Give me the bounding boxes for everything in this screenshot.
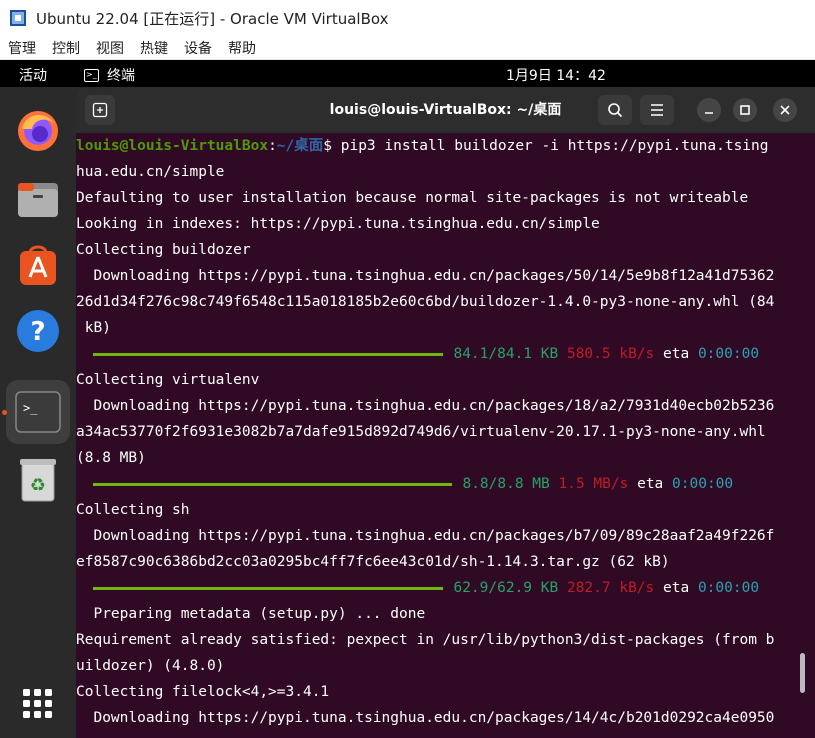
command-text: pip3 install buildozer -i https://pypi.t… [340, 138, 769, 154]
close-button[interactable] [773, 98, 797, 122]
menu-devices[interactable]: 设备 [184, 38, 212, 58]
output-line: Collecting filelock<4,>=3.4.1 [76, 684, 330, 700]
files-icon[interactable] [6, 167, 70, 231]
search-icon [608, 103, 623, 118]
output-line: Defaulting to user installation because … [76, 190, 749, 206]
vbox-titlebar: Ubuntu 22.04 [正在运行] - Oracle VM VirtualB… [0, 0, 815, 36]
hamburger-icon [651, 104, 663, 116]
menu-button[interactable] [640, 95, 674, 125]
window-title: Ubuntu 22.04 [正在运行] - Oracle VM VirtualB… [36, 9, 389, 28]
output-line: Preparing metadata (setup.py) ... done [76, 606, 426, 622]
progress-size: 84.1/84.1 KB [453, 346, 559, 362]
new-tab-icon [92, 102, 108, 118]
progress-rate: 580.5 kB/s [566, 346, 655, 362]
output-line: kB) [76, 320, 111, 336]
search-button[interactable] [598, 95, 632, 125]
progress-eta: 0:00:00 [672, 476, 734, 492]
output-line: a34ac53770f2f6931e3082b7a7dafe915d892d74… [76, 424, 766, 440]
prompt-user: louis@louis-VirtualBox [76, 138, 269, 154]
progress-size: 62.9/62.9 KB [453, 580, 559, 596]
progress-bar [93, 352, 444, 356]
terminal-app-icon: >_ [84, 68, 99, 82]
trash-icon[interactable]: ♻ [6, 447, 70, 511]
output-line: uildozer) (4.8.0) [76, 658, 225, 674]
new-tab-button[interactable] [85, 95, 115, 125]
output-line: Collecting buildozer [76, 242, 251, 258]
prompt-separator: : [268, 138, 277, 154]
activities-button[interactable]: 活动 [19, 65, 47, 85]
terminal-output[interactable]: louis@louis-VirtualBox:~/桌面$ pip3 instal… [76, 133, 801, 738]
app-center-icon[interactable] [6, 233, 70, 297]
progress-size: 8.8/8.8 MB [462, 476, 550, 492]
progress-eta: 0:00:00 [697, 346, 760, 362]
output-line: Downloading https://pypi.tuna.tsinghua.e… [76, 268, 775, 284]
output-line: hua.edu.cn/simple [76, 164, 225, 180]
firefox-icon[interactable] [6, 99, 70, 163]
progress-eta-label: eta [637, 476, 664, 492]
progress-rate: 282.7 kB/s [566, 580, 655, 596]
progress-line: 62.9/62.9 KB 282.7 kB/s eta 0:00:00 [76, 575, 801, 601]
progress-eta-label: eta [663, 346, 690, 362]
menu-help[interactable]: 帮助 [228, 38, 256, 58]
progress-eta: 0:00:00 [697, 580, 760, 596]
menu-manage[interactable]: 管理 [8, 38, 36, 58]
menu-hotkeys[interactable]: 热键 [140, 38, 168, 58]
gnome-topbar: 活动 >_ 终端 1月9日 14：42 [0, 60, 815, 87]
prompt-symbol: $ [323, 138, 341, 154]
minimize-icon [705, 112, 713, 114]
maximize-button[interactable] [733, 98, 757, 122]
clock[interactable]: 1月9日 14：42 [506, 65, 606, 85]
svg-text:♻: ♻ [30, 475, 46, 496]
progress-bar [93, 586, 444, 590]
output-line: Requirement already satisfied: pexpect i… [76, 632, 775, 648]
progress-bar [93, 482, 453, 486]
output-line: Collecting sh [76, 502, 190, 518]
terminal-window: louis@louis-VirtualBox: ~/桌面 louis@louis… [76, 87, 815, 738]
svg-text:?: ? [30, 317, 45, 347]
virtualbox-icon [8, 8, 28, 28]
running-indicator [2, 410, 7, 415]
maximize-icon [740, 105, 750, 115]
menu-view[interactable]: 视图 [96, 38, 124, 58]
progress-line: 8.8/8.8 MB 1.5 MB/s eta 0:00:00 [76, 471, 801, 497]
prompt-path: ~/桌面 [276, 138, 324, 154]
output-line: Downloading https://pypi.tuna.tsinghua.e… [76, 528, 775, 544]
dock: ? >_ ♻ [0, 87, 76, 738]
close-icon [780, 105, 790, 115]
help-icon[interactable]: ? [6, 299, 70, 363]
app-menu[interactable]: >_ 终端 [84, 65, 135, 85]
scrollbar[interactable] [800, 653, 805, 693]
output-line: ef8587c90c6386bd2cc03a0295bc4ff7fc6ee43c… [76, 554, 670, 570]
prompt-line: louis@louis-VirtualBox:~/桌面$ pip3 instal… [76, 133, 801, 159]
output-line: Collecting virtualenv [76, 372, 260, 388]
menu-control[interactable]: 控制 [52, 38, 80, 58]
progress-line: 84.1/84.1 KB 580.5 kB/s eta 0:00:00 [76, 341, 801, 367]
output-line: 26d1d34f276c98c749f6548c115a018185b2e60c… [76, 294, 775, 310]
output-line: Downloading https://pypi.tuna.tsinghua.e… [76, 398, 775, 414]
output-line: Downloading https://pypi.tuna.tsinghua.e… [76, 710, 775, 726]
terminal-headerbar: louis@louis-VirtualBox: ~/桌面 [76, 87, 815, 133]
output-line: (8.8 MB) [76, 450, 146, 466]
output-line: Looking in indexes: https://pypi.tuna.ts… [76, 216, 600, 232]
svg-text:>_: >_ [23, 401, 38, 415]
vbox-menubar: 管理 控制 视图 热键 设备 帮助 [0, 36, 815, 60]
minimize-button[interactable] [697, 98, 721, 122]
app-menu-label: 终端 [107, 68, 135, 84]
show-apps-icon[interactable] [6, 672, 70, 736]
progress-eta-label: eta [663, 580, 690, 596]
terminal-icon[interactable]: >_ [2, 380, 70, 444]
progress-rate: 1.5 MB/s [558, 476, 629, 492]
